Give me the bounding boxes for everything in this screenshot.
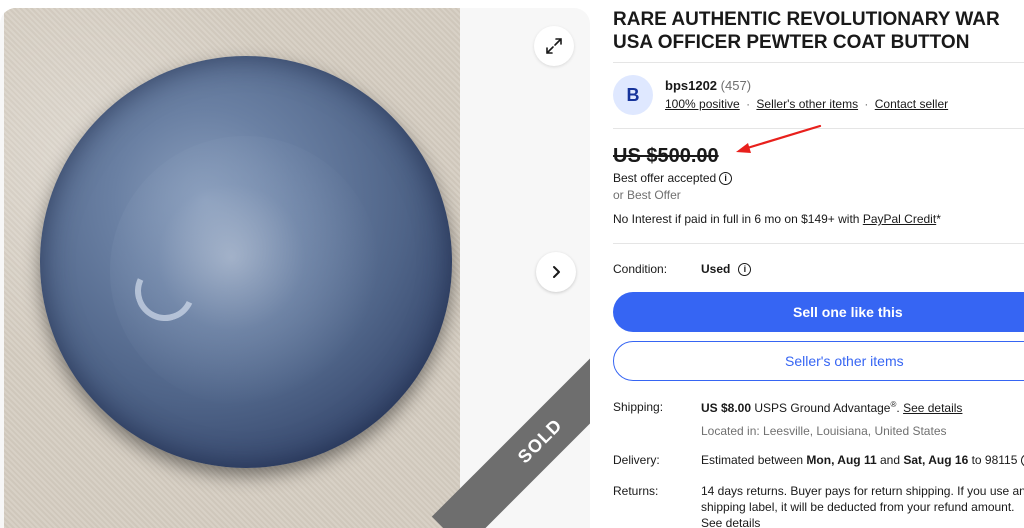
seller-other-items-button[interactable]: Seller's other items xyxy=(613,341,1024,381)
shipping-see-details-link[interactable]: See details xyxy=(903,401,962,415)
divider xyxy=(613,62,1024,63)
shipping-value: US $8.00 USPS Ground Advantage®. See det… xyxy=(701,400,963,415)
seller-username[interactable]: bps1202 xyxy=(665,78,717,93)
seller-avatar[interactable]: B xyxy=(613,75,653,115)
seller-name[interactable]: bps1202 (457) xyxy=(665,78,751,93)
info-icon[interactable]: i xyxy=(738,262,752,276)
expand-icon xyxy=(546,38,562,54)
returns-label: Returns: xyxy=(613,484,659,498)
seller-links: 100% positive · Seller's other items · C… xyxy=(665,97,949,111)
sold-ribbon-container: SOLD xyxy=(400,348,590,528)
paypal-credit-link[interactable]: PayPal Credit xyxy=(863,212,936,226)
divider xyxy=(613,243,1024,244)
seller-other-items-link[interactable]: Seller's other items xyxy=(756,97,858,111)
info-icon[interactable]: i xyxy=(719,171,733,185)
next-image-button[interactable] xyxy=(536,252,576,292)
returns-details: See details xyxy=(701,516,760,528)
paypal-credit-promo: No Interest if paid in full in 6 mo on $… xyxy=(613,212,941,226)
delivery-label: Delivery: xyxy=(613,453,660,467)
condition-value: Used i xyxy=(701,262,752,276)
contact-seller-link[interactable]: Contact seller xyxy=(875,97,948,111)
positive-feedback-link[interactable]: 100% positive xyxy=(665,97,740,111)
condition-label: Condition: xyxy=(613,262,668,276)
sell-one-like-this-button[interactable]: Sell one like this xyxy=(613,292,1024,332)
sold-ribbon: SOLD xyxy=(431,348,590,528)
item-title: RARE AUTHENTIC REVOLUTIONARY WAR USA OFF… xyxy=(613,9,1000,53)
item-details: RARE AUTHENTIC REVOLUTIONARY WAR USA OFF… xyxy=(613,0,1024,528)
image-gallery: SOLD xyxy=(0,8,590,528)
best-offer-accepted: Best offer accepted i xyxy=(613,171,733,185)
coin-image xyxy=(40,56,452,468)
chevron-right-icon xyxy=(553,266,560,278)
returns-line-2: shipping label, it will be deducted from… xyxy=(701,500,1015,514)
item-photo[interactable] xyxy=(4,8,460,528)
shipping-label: Shipping: xyxy=(613,400,664,414)
or-best-offer: or Best Offer xyxy=(613,188,681,202)
red-arrow-annotation xyxy=(736,124,822,153)
item-location: Located in: Leesville, Louisiana, United… xyxy=(701,424,947,438)
returns-line-1: 14 days returns. Buyer pays for return s… xyxy=(701,484,1024,498)
item-price: US $500.00 xyxy=(613,145,719,167)
delivery-value: Estimated between Mon, Aug 11 and Sat, A… xyxy=(701,453,1024,467)
seller-feedback-count: (457) xyxy=(720,78,752,93)
returns-see-details-link[interactable]: See details xyxy=(701,516,760,528)
expand-image-button[interactable] xyxy=(534,26,574,66)
